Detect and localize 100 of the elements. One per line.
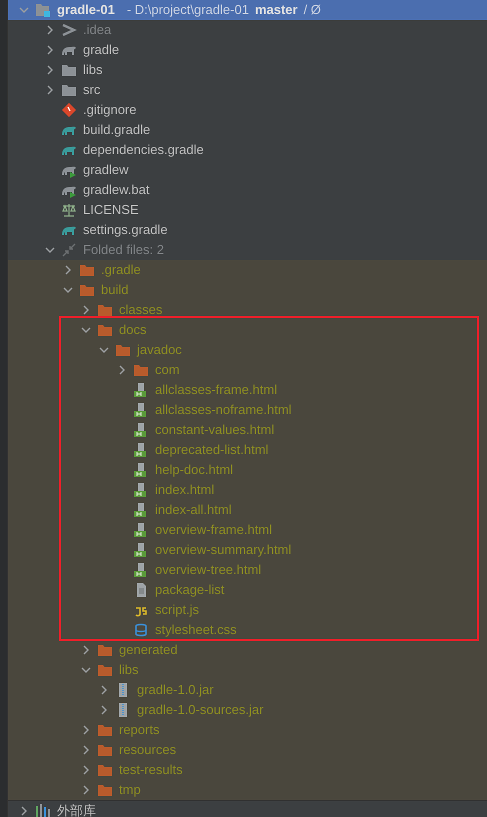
file-name: LICENSE [83, 201, 139, 220]
tree-row[interactable]: .gitignore [8, 100, 487, 120]
tree-row[interactable]: gradle-1.0-sources.jar [8, 700, 487, 720]
chevron-right-icon[interactable] [63, 265, 73, 275]
html-file-icon [133, 442, 149, 458]
chevron-right-icon[interactable] [81, 305, 91, 315]
tree-row[interactable]: stylesheet.css [8, 620, 487, 640]
file-name: stylesheet.css [155, 621, 237, 640]
tree-row[interactable]: index.html [8, 480, 487, 500]
tree-row[interactable]: index-all.html [8, 500, 487, 520]
chevron-down-icon[interactable] [99, 345, 109, 355]
file-name: .gitignore [83, 101, 136, 120]
tree-row[interactable]: gradlew.bat [8, 180, 487, 200]
chevron-right-icon[interactable] [45, 85, 55, 95]
scales-icon [61, 202, 77, 218]
folder-icon [97, 762, 113, 778]
folder-icon [97, 662, 113, 678]
collapse-arrows-icon [61, 242, 77, 258]
chevron-right-icon[interactable] [99, 705, 109, 715]
file-name: test-results [119, 761, 183, 780]
chevron-right-icon[interactable] [45, 25, 55, 35]
tree-row[interactable]: tmp [8, 780, 487, 800]
tree-row[interactable]: src [8, 80, 487, 100]
folder-icon [97, 322, 113, 338]
file-name: overview-tree.html [155, 561, 262, 580]
tree-row[interactable]: reports [8, 720, 487, 740]
file-name: package-list [155, 581, 224, 600]
chevron-right-icon[interactable] [99, 685, 109, 695]
tree-row[interactable]: javadoc [8, 340, 487, 360]
tree-row[interactable]: package-list [8, 580, 487, 600]
folder-icon [79, 262, 95, 278]
chevron-right-icon[interactable] [81, 725, 91, 735]
file-name: .idea [83, 21, 112, 40]
file-name: .gradle [101, 261, 141, 280]
chevron-right-icon[interactable] [45, 45, 55, 55]
tree-row[interactable]: gradle [8, 40, 487, 60]
file-name: Folded files: 2 [83, 241, 164, 260]
chevron-down-icon[interactable] [19, 5, 29, 15]
html-file-icon [133, 502, 149, 518]
tree-row[interactable]: allclasses-frame.html [8, 380, 487, 400]
tree-row[interactable]: overview-summary.html [8, 540, 487, 560]
tree-row[interactable]: 外部库 [8, 800, 487, 817]
tree-row[interactable]: LICENSE [8, 200, 487, 220]
tree-row[interactable]: .idea [8, 20, 487, 40]
chevron-down-icon[interactable] [63, 285, 73, 295]
html-file-icon [133, 382, 149, 398]
tree-row[interactable]: libs [8, 660, 487, 680]
chevron-right-icon[interactable] [117, 365, 127, 375]
chevron-right-icon[interactable] [81, 765, 91, 775]
tree-row[interactable]: script.js [8, 600, 487, 620]
tree-row[interactable]: resources [8, 740, 487, 760]
folder-icon [97, 782, 113, 798]
chevron-down-icon[interactable] [45, 245, 55, 255]
file-name: tmp [119, 781, 141, 800]
tree-row[interactable]: build [8, 280, 487, 300]
chevron-down-icon[interactable] [81, 325, 91, 335]
chevron-right-icon[interactable] [81, 645, 91, 655]
tree-row[interactable]: Folded files: 2 [8, 240, 487, 260]
tree-row[interactable]: gradle-01 - D:\project\gradle-01 master / Ø [8, 0, 487, 20]
tree-row[interactable]: .gradle [8, 260, 487, 280]
tree-row[interactable]: build.gradle [8, 120, 487, 140]
chevron-icon [61, 22, 77, 38]
html-file-icon [133, 422, 149, 438]
file-name: allclasses-noframe.html [155, 401, 292, 420]
tree-row[interactable]: gradlew [8, 160, 487, 180]
tree-row[interactable]: deprecated-list.html [8, 440, 487, 460]
chevron-right-icon[interactable] [81, 745, 91, 755]
tree-row[interactable]: overview-tree.html [8, 560, 487, 580]
tree-row[interactable]: settings.gradle [8, 220, 487, 240]
tree-row[interactable]: classes [8, 300, 487, 320]
folder-icon [97, 642, 113, 658]
folder-icon [97, 302, 113, 318]
chevron-right-icon[interactable] [19, 806, 29, 816]
chevron-down-icon[interactable] [81, 665, 91, 675]
file-name: index.html [155, 481, 214, 500]
tree-row[interactable]: constant-values.html [8, 420, 487, 440]
file-name: gradle [83, 41, 120, 60]
project-name: gradle-01 [57, 1, 115, 20]
folder-icon [133, 362, 149, 378]
file-name: allclasses-frame.html [155, 381, 278, 400]
file-name: constant-values.html [155, 421, 274, 440]
tree-row[interactable]: gradle-1.0.jar [8, 680, 487, 700]
tree-row[interactable]: docs [8, 320, 487, 340]
file-name: settings.gradle [83, 221, 168, 240]
html-file-icon [133, 462, 149, 478]
chevron-right-icon[interactable] [81, 785, 91, 795]
tree-row[interactable]: help-doc.html [8, 460, 487, 480]
tree-row[interactable]: generated [8, 640, 487, 660]
tree-row[interactable]: overview-frame.html [8, 520, 487, 540]
tree-row[interactable]: dependencies.gradle [8, 140, 487, 160]
file-name: reports [119, 721, 160, 740]
tree-row[interactable]: test-results [8, 760, 487, 780]
tree-row[interactable]: allclasses-noframe.html [8, 400, 487, 420]
chevron-right-icon[interactable] [45, 65, 55, 75]
tree-row[interactable]: com [8, 360, 487, 380]
file-name: gradle-1.0-sources.jar [137, 701, 264, 720]
file-name: resources [119, 741, 176, 760]
tree-row[interactable]: libs [8, 60, 487, 80]
file-name: classes [119, 301, 162, 320]
file-name: docs [119, 321, 146, 340]
